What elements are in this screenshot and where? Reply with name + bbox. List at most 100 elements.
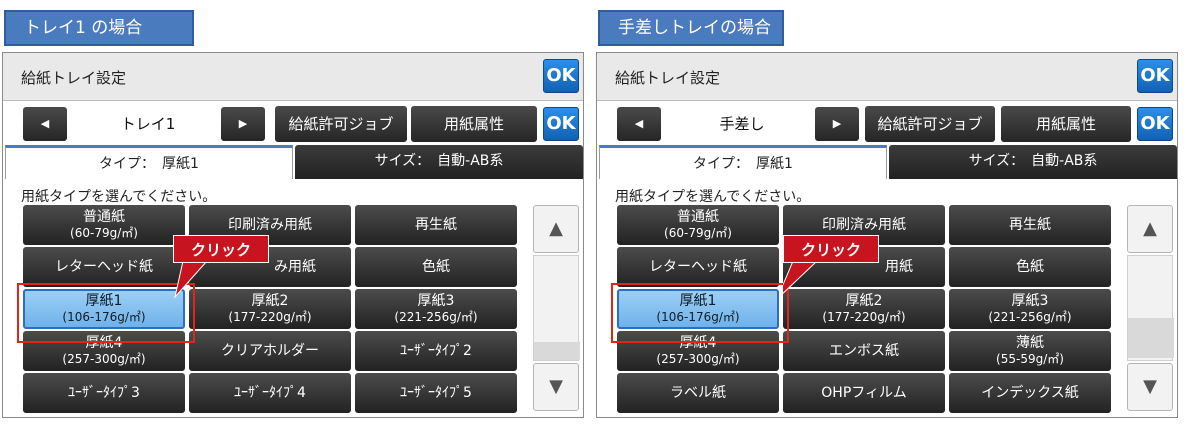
paper-weight-label: (55-59g/㎡): [996, 352, 1064, 366]
arrow-left-icon: ◀: [40, 117, 50, 130]
instruction-text: 用紙タイプを選んでください。: [615, 189, 811, 205]
panel-title: 給紙トレイ設定: [615, 69, 721, 87]
paper-type-button[interactable]: 厚紙3 (221-256g/㎡): [355, 289, 517, 329]
paper-type-label: ﾕｰｻﾞｰﾀｲﾌﾟ4: [234, 385, 306, 401]
paper-type-button[interactable]: ラベル紙: [617, 373, 779, 413]
paper-type-label: ラベル紙: [670, 385, 726, 401]
paper-type-label: 再生紙: [1009, 217, 1051, 233]
paper-type-button[interactable]: ﾕｰｻﾞｰﾀｲﾌﾟ2: [355, 331, 517, 371]
scroll-thumb[interactable]: [534, 342, 580, 360]
click-label: クリック: [173, 235, 269, 263]
scroll-up-button[interactable]: ▲: [533, 205, 579, 253]
paper-type-button[interactable]: 普通紙 (60-79g/㎡): [617, 205, 779, 245]
paper-type-label: ﾕｰｻﾞｰﾀｲﾌﾟ5: [400, 385, 472, 401]
tray-name: 手差し: [719, 115, 765, 133]
tab-size[interactable]: サイズ： 自動-AB系: [889, 145, 1177, 179]
double-chevron-down-icon: ▼: [1143, 376, 1157, 397]
paper-type-label: 印刷済み用紙: [822, 217, 906, 233]
paper-type-button[interactable]: エンボス紙: [783, 331, 945, 371]
paper-type-label: 厚紙3: [417, 293, 455, 309]
paper-type-label: 厚紙3: [1011, 293, 1049, 309]
next-tray-button[interactable]: ▶: [815, 107, 859, 141]
highlight-frame: [611, 283, 789, 343]
arrow-left-icon: ◀: [634, 117, 644, 130]
paper-type-button[interactable]: ﾕｰｻﾞｰﾀｲﾌﾟ3: [23, 373, 185, 413]
paper-weight-label: (221-256g/㎡): [394, 310, 478, 324]
paper-type-label: 普通紙: [83, 209, 125, 225]
paper-type-button[interactable]: クリアホルダー: [189, 331, 351, 371]
paper-type-label: クリアホルダー: [221, 343, 319, 359]
scroll-down-button[interactable]: ▼: [533, 363, 579, 411]
paper-weight-label: (177-220g/㎡): [822, 310, 906, 324]
case-tag: 手差しトレイの場合: [598, 10, 784, 46]
instruction-text: 用紙タイプを選んでください。: [21, 189, 217, 205]
highlight-frame: [17, 283, 195, 343]
tray-nav-row: ◀ トレイ1 ▶ 給紙許可ジョブ 用紙属性: [3, 103, 583, 145]
paper-attributes-button[interactable]: 用紙属性: [411, 106, 537, 142]
tab-type[interactable]: タイプ： 厚紙1: [5, 145, 293, 179]
paper-type-button[interactable]: インデックス紙: [949, 373, 1111, 413]
paper-type-button[interactable]: OHPフィルム: [783, 373, 945, 413]
ok-button-2[interactable]: OK: [543, 107, 579, 141]
paper-tray-settings-panel: 給紙トレイ設定 OK ◀ トレイ1 ▶ 給紙許可ジョブ 用紙属性 OK タイプ：…: [2, 52, 584, 418]
tab-bar: タイプ： 厚紙1 サイズ： 自動-AB系: [597, 145, 1177, 179]
scroll-track[interactable]: [1127, 255, 1174, 361]
paper-type-button[interactable]: 色紙: [355, 247, 517, 287]
paper-attributes-button[interactable]: 用紙属性: [1001, 106, 1131, 142]
arrow-right-icon: ▶: [238, 117, 248, 130]
scrollbar: ▲ ▼: [533, 205, 580, 411]
scrollbar: ▲ ▼: [1127, 205, 1174, 411]
click-label: クリック: [783, 235, 879, 263]
paper-type-button[interactable]: 厚紙3 (221-256g/㎡): [949, 289, 1111, 329]
prev-tray-button[interactable]: ◀: [23, 107, 67, 141]
paper-type-label: ﾕｰｻﾞｰﾀｲﾌﾟ2: [400, 343, 472, 359]
paper-weight-label: (221-256g/㎡): [988, 310, 1072, 324]
paper-weight-label: (60-79g/㎡): [664, 226, 732, 240]
paper-type-button[interactable]: 薄紙 (55-59g/㎡): [949, 331, 1111, 371]
paper-type-button[interactable]: 普通紙 (60-79g/㎡): [23, 205, 185, 245]
paper-weight-label: (257-300g/㎡): [62, 352, 146, 366]
arrow-right-icon: ▶: [832, 117, 842, 130]
scroll-down-button[interactable]: ▼: [1127, 363, 1173, 411]
paper-type-label: OHPフィルム: [821, 385, 907, 401]
case-tag: トレイ1 の場合: [4, 10, 194, 46]
allowed-jobs-button[interactable]: 給紙許可ジョブ: [275, 106, 407, 142]
tab-bar: タイプ： 厚紙1 サイズ： 自動-AB系: [3, 145, 583, 179]
paper-type-label: ﾕｰｻﾞｰﾀｲﾌﾟ3: [68, 385, 140, 401]
click-callout: クリック: [173, 235, 273, 305]
next-tray-button[interactable]: ▶: [221, 107, 265, 141]
paper-type-label: エンボス紙: [829, 343, 899, 359]
panel-title: 給紙トレイ設定: [21, 69, 127, 87]
tray-nav-row: ◀ 手差し ▶ 給紙許可ジョブ 用紙属性: [597, 103, 1177, 145]
double-chevron-up-icon: ▲: [549, 218, 563, 239]
scroll-track[interactable]: [533, 255, 580, 361]
ok-button-2[interactable]: OK: [1137, 107, 1173, 141]
tray-name: トレイ1: [120, 115, 176, 133]
ok-button[interactable]: OK: [1137, 59, 1173, 93]
scroll-thumb[interactable]: [1128, 318, 1174, 358]
paper-type-button[interactable]: ﾕｰｻﾞｰﾀｲﾌﾟ4: [189, 373, 351, 413]
title-bar: 給紙トレイ設定 OK: [3, 53, 583, 101]
double-chevron-up-icon: ▲: [1143, 218, 1157, 239]
prev-tray-button[interactable]: ◀: [617, 107, 661, 141]
paper-type-label: インデックス紙: [981, 385, 1079, 401]
tab-type[interactable]: タイプ： 厚紙1: [599, 145, 887, 179]
scroll-up-button[interactable]: ▲: [1127, 205, 1173, 253]
paper-weight-label: (257-300g/㎡): [656, 352, 740, 366]
paper-type-button[interactable]: レターヘッド紙: [617, 247, 779, 287]
paper-type-label: 色紙: [1016, 259, 1044, 275]
paper-type-button[interactable]: 色紙: [949, 247, 1111, 287]
paper-weight-label: (177-220g/㎡): [228, 310, 312, 324]
paper-type-button[interactable]: 再生紙: [949, 205, 1111, 245]
paper-type-label: 薄紙: [1016, 335, 1044, 351]
paper-type-button[interactable]: 再生紙: [355, 205, 517, 245]
paper-type-button[interactable]: レターヘッド紙: [23, 247, 185, 287]
paper-weight-label: (60-79g/㎡): [70, 226, 138, 240]
ok-button[interactable]: OK: [543, 59, 579, 93]
paper-type-label: 普通紙: [677, 209, 719, 225]
tab-size[interactable]: サイズ： 自動-AB系: [295, 145, 583, 179]
double-chevron-down-icon: ▼: [549, 376, 563, 397]
allowed-jobs-button[interactable]: 給紙許可ジョブ: [865, 106, 995, 142]
paper-type-label: レターヘッド紙: [55, 259, 153, 275]
paper-type-button[interactable]: ﾕｰｻﾞｰﾀｲﾌﾟ5: [355, 373, 517, 413]
